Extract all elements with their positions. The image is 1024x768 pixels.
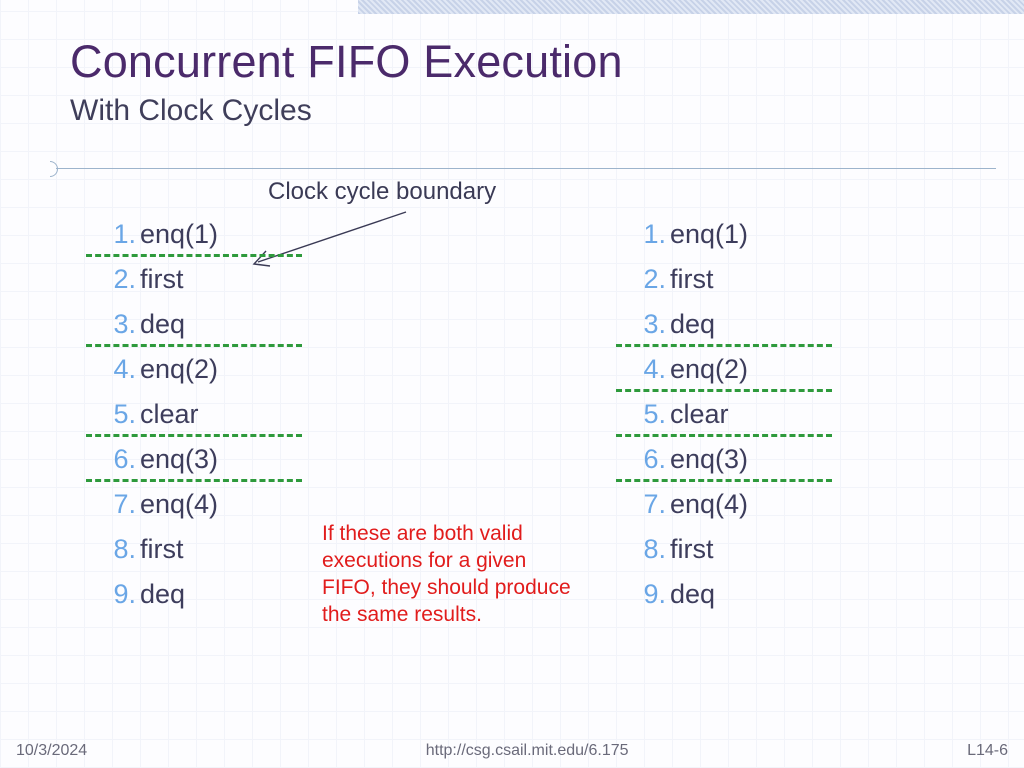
list-number: 6. [628,437,666,482]
list-text: enq(2) [670,347,748,392]
list-item: 5.clear [628,392,838,437]
boundary-annotation: Clock cycle boundary [268,178,496,206]
decorative-top-band [358,0,1024,14]
list-item: 9.deq [98,572,308,617]
list-item: 4.enq(2) [98,347,308,392]
list-text: enq(1) [140,212,218,257]
clock-cycle-boundary [86,479,302,482]
list-text: enq(3) [140,437,218,482]
list-number: 9. [628,572,666,617]
title-divider [18,160,996,178]
list-number: 5. [98,392,136,437]
list-text: enq(1) [670,212,748,257]
list-number: 4. [628,347,666,392]
list-item: 7.enq(4) [98,482,308,527]
list-item: 8.first [98,527,308,572]
list-number: 8. [98,527,136,572]
list-item: 6.enq(3) [98,437,308,482]
list-item: 2.first [628,257,838,302]
list-item: 2.first [98,257,308,302]
divider-line [56,168,996,169]
list-item: 4.enq(2) [628,347,838,392]
list-number: 2. [98,257,136,302]
list-text: enq(4) [670,482,748,527]
list-number: 7. [628,482,666,527]
list-number: 1. [98,212,136,257]
list-text: clear [140,392,199,437]
slide-title: Concurrent FIFO Execution [70,36,984,88]
list-item: 9.deq [628,572,838,617]
footer: 10/3/2024 http://csg.csail.mit.edu/6.175… [0,742,1024,760]
list-number: 6. [98,437,136,482]
clock-cycle-boundary [86,254,302,257]
comparison-note: If these are both valid executions for a… [322,520,578,628]
clock-cycle-boundary [86,434,302,437]
list-text: first [140,527,184,572]
list-number: 1. [628,212,666,257]
list-item: 6.enq(3) [628,437,838,482]
clock-cycle-boundary [616,344,832,347]
right-execution-list: 1.enq(1)2.first3.deq4.enq(2)5.clear6.enq… [628,212,838,617]
list-item: 3.deq [628,302,838,347]
clock-cycle-boundary [86,344,302,347]
list-item: 3.deq [98,302,308,347]
list-item: 1.enq(1) [628,212,838,257]
list-number: 8. [628,527,666,572]
list-number: 3. [628,302,666,347]
left-execution-list: 1.enq(1)2.first3.deq4.enq(2)5.clear6.enq… [98,212,308,617]
list-item: 8.first [628,527,838,572]
list-text: deq [140,302,185,347]
list-text: deq [140,572,185,617]
list-text: first [670,527,714,572]
list-number: 9. [98,572,136,617]
list-text: deq [670,302,715,347]
list-text: deq [670,572,715,617]
slide-subtitle: With Clock Cycles [70,94,984,128]
list-number: 2. [628,257,666,302]
clock-cycle-boundary [616,479,832,482]
list-item: 1.enq(1) [98,212,308,257]
list-number: 4. [98,347,136,392]
list-text: first [670,257,714,302]
divider-cap-icon [42,161,58,177]
list-number: 7. [98,482,136,527]
clock-cycle-boundary [616,434,832,437]
footer-url: http://csg.csail.mit.edu/6.175 [426,742,629,760]
list-item: 5.clear [98,392,308,437]
list-number: 3. [98,302,136,347]
footer-page: L14-6 [967,742,1008,760]
slide-content: Concurrent FIFO Execution With Clock Cyc… [70,36,984,128]
list-text: enq(4) [140,482,218,527]
clock-cycle-boundary [616,389,832,392]
list-text: enq(2) [140,347,218,392]
list-text: first [140,257,184,302]
list-text: clear [670,392,729,437]
list-number: 5. [628,392,666,437]
list-text: enq(3) [670,437,748,482]
list-item: 7.enq(4) [628,482,838,527]
footer-date: 10/3/2024 [16,742,87,760]
